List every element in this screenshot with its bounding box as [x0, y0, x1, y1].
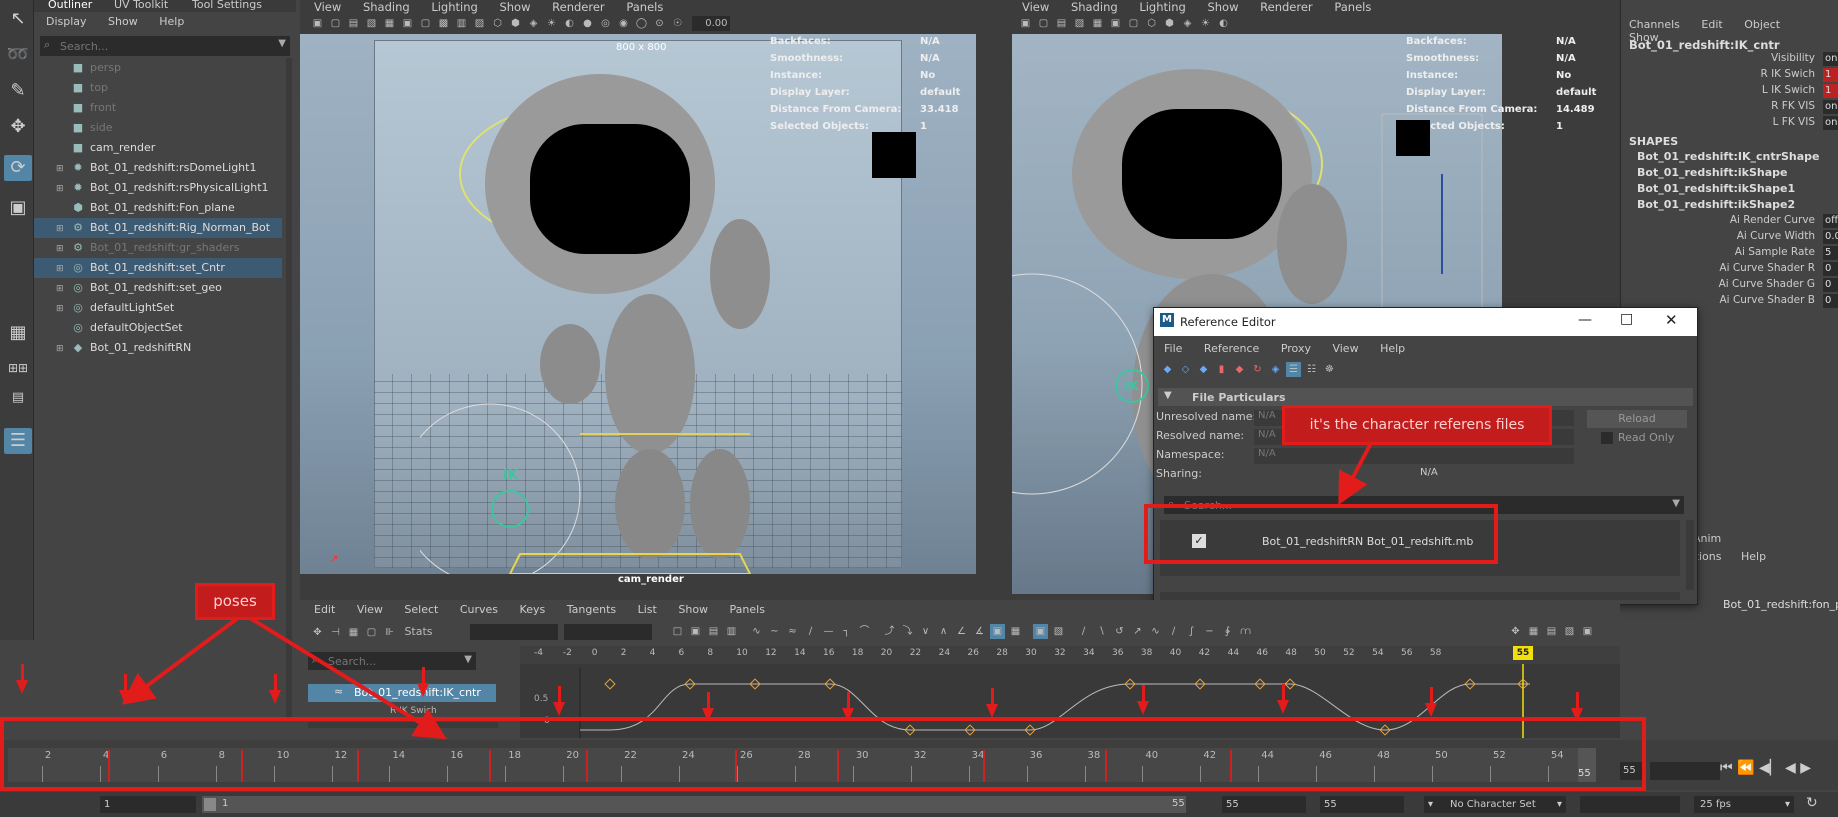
pose-arrow-icon: [842, 692, 854, 722]
pose-arrow-icon: [417, 667, 429, 697]
pose-arrow-icon: [269, 674, 281, 704]
pose-arrow-icon: [986, 688, 998, 718]
pose-arrow-icon: [16, 664, 28, 694]
pose-arrow-icon: [1277, 684, 1289, 714]
pose-arrow-icon: [702, 692, 714, 722]
pose-arrow-icon: [553, 686, 565, 716]
pose-arrow-icon: [1571, 692, 1583, 722]
pose-arrow-icon: [1137, 685, 1149, 715]
pose-arrow-icon: [1425, 687, 1437, 717]
pose-arrow-icon: [119, 674, 131, 704]
